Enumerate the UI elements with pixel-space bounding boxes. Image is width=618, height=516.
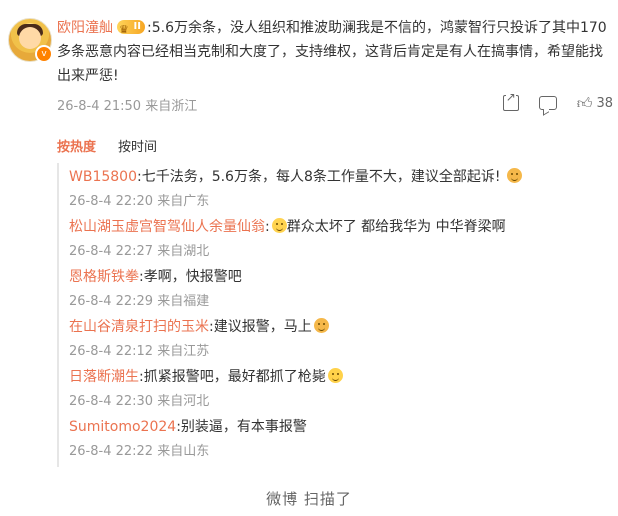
share-button[interactable] <box>502 90 519 111</box>
main-comment-timestamp: 26-8-4 21:50 来自浙江 <box>57 99 198 114</box>
reply-username[interactable]: 在山谷清泉打扫的玉米 <box>69 319 209 335</box>
comment-button[interactable] <box>538 96 557 110</box>
reply-item: Sumitomo2024:别装逼，有本事报警 26-8-4 22:22 来自山东 <box>69 417 609 462</box>
reply-username[interactable]: 恩格斯铁拳 <box>69 269 139 285</box>
reply-text: :抓紧报警吧，最好都抓了枪毙 <box>139 369 326 385</box>
reply-text: :建议报警，马上 <box>209 319 312 335</box>
reply-item: 在山谷清泉打扫的玉米:建议报警，马上 26-8-4 22:12 来自江苏 <box>69 317 609 362</box>
reply-meta: 26-8-4 22:22 来自山东 <box>69 444 210 459</box>
reply-username[interactable]: Sumitomo2024 <box>69 419 176 435</box>
main-comment-actions: 👍︎38 <box>502 90 613 111</box>
tab-sort-by-hot[interactable]: 按热度 <box>57 136 96 155</box>
reply-meta: 26-8-4 22:27 来自湖北 <box>69 244 210 259</box>
cat-emoji-icon <box>506 168 522 183</box>
share-icon <box>502 90 519 111</box>
reply-username[interactable]: 松山湖玉虚宫智驾仙人余量仙翁 <box>69 219 265 235</box>
laugh-emoji-icon <box>327 368 343 383</box>
reply-meta: 26-8-4 22:29 来自福建 <box>69 294 210 309</box>
reply-text: :七千法务，5.6万条，每人8条工作量不大，建议全部起诉! <box>136 169 501 185</box>
reply-text: :孝啊，快报警吧 <box>139 269 242 285</box>
main-comment-username[interactable]: 欧阳潼舢 <box>57 20 113 36</box>
footer-text: 微博 扫描了 <box>266 490 352 508</box>
avatar-face <box>19 27 41 49</box>
like-button[interactable]: 👍︎ 38 <box>577 95 613 111</box>
main-comment-meta: 26-8-4 21:50 来自浙江 👍︎38 <box>57 90 613 115</box>
vip-level-icon <box>117 15 145 42</box>
sort-tabs: 按热度 按时间 <box>57 136 157 155</box>
reply-text: 群众太坏了 都给我华为 中华脊梁啊 <box>286 219 506 235</box>
reply-username[interactable]: 日落断潮生 <box>69 369 139 385</box>
reply-text: :别装逼，有本事报警 <box>176 419 307 435</box>
reply-meta: 26-8-4 22:30 来自河北 <box>69 394 210 409</box>
comment-icon <box>538 96 557 110</box>
reply-username[interactable]: WB15800 <box>69 169 137 185</box>
verified-badge-icon: v <box>35 45 53 63</box>
main-comment: v 欧阳潼舢:5.6万余条，没人组织和推波助澜我是不信的，鸿蒙智行只投诉了其中1… <box>0 0 618 128</box>
tab-sort-by-time[interactable]: 按时间 <box>118 136 157 155</box>
reply-list: WB15800:七千法务，5.6万条，每人8条工作量不大，建议全部起诉! 26-… <box>57 163 615 467</box>
main-comment-body: 欧阳潼舢:5.6万余条，没人组织和推波助澜我是不信的，鸿蒙智行只投诉了其中170… <box>57 15 613 88</box>
reply-item: 松山湖玉虚宫智驾仙人余量仙翁: 群众太坏了 都给我华为 中华脊梁啊 26-8-4 … <box>69 217 609 262</box>
reply-item: 恩格斯铁拳:孝啊，快报警吧 26-8-4 22:29 来自福建 <box>69 267 609 312</box>
like-count: 38 <box>596 95 613 111</box>
avatar[interactable]: v <box>8 18 53 63</box>
reply-meta: 26-8-4 22:12 来自江苏 <box>69 344 210 359</box>
sweat-emoji-icon <box>271 218 287 233</box>
reply-item: 日落断潮生:抓紧报警吧，最好都抓了枪毙 26-8-4 22:30 来自河北 <box>69 367 609 412</box>
reply-meta: 26-8-4 22:20 来自广东 <box>69 194 210 209</box>
thumbs-up-icon: 👍︎ <box>576 94 593 112</box>
reply-item: WB15800:七千法务，5.6万条，每人8条工作量不大，建议全部起诉! 26-… <box>69 167 609 212</box>
cat-emoji-icon <box>313 318 329 333</box>
